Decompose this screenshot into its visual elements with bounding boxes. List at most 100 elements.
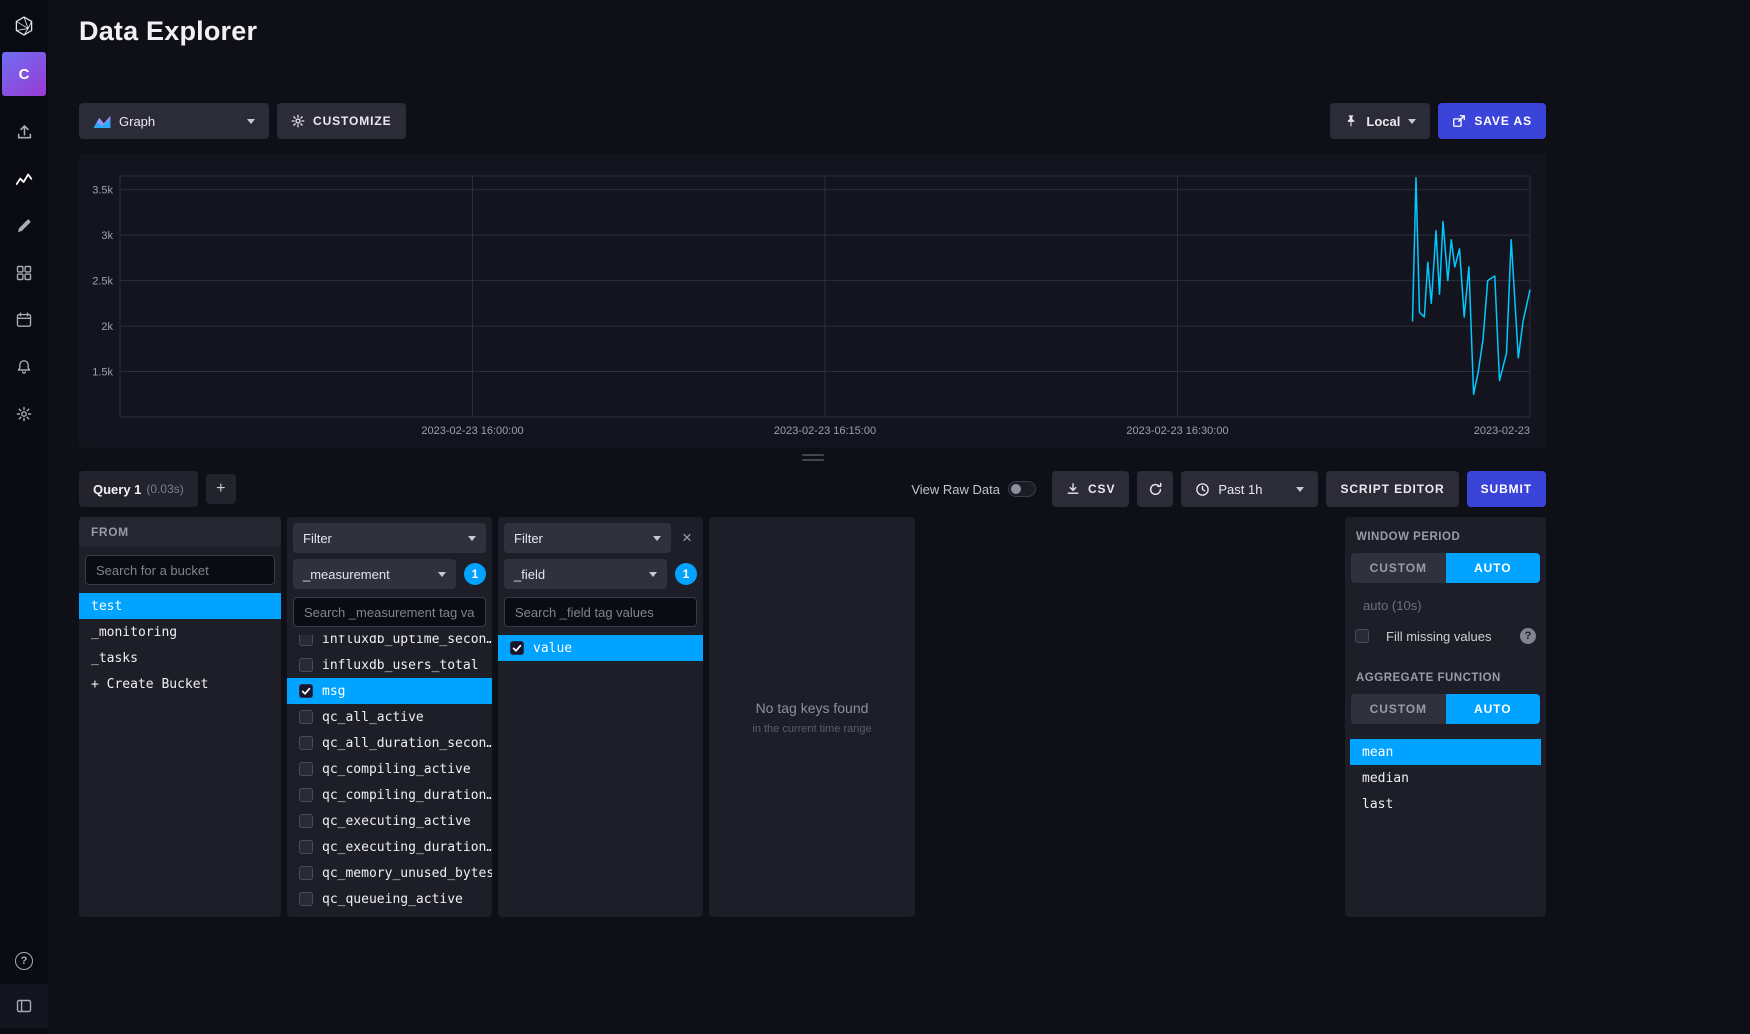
measurement-search-input[interactable]	[293, 597, 486, 627]
window-auto-button[interactable]: AUTO	[1446, 553, 1541, 583]
empty-state-subtitle: in the current time range	[752, 723, 871, 735]
visualization-type-label: Graph	[119, 114, 155, 129]
question-glyph: ?	[15, 952, 33, 970]
measurement-item[interactable]: qc_all_active	[287, 704, 492, 730]
checkbox[interactable]	[299, 736, 313, 750]
refresh-icon	[1148, 482, 1163, 497]
selected-count-badge: 1	[464, 563, 486, 585]
local-dropdown[interactable]: Local	[1330, 103, 1430, 139]
measurement-item[interactable]: influxdb_uptime_secon…	[287, 635, 492, 652]
checkbox[interactable]	[299, 814, 313, 828]
influxdb-logo-icon[interactable]	[0, 0, 48, 52]
save-as-button[interactable]: SAVE AS	[1438, 103, 1546, 139]
function-label: median	[1362, 771, 1409, 786]
alerts-bell-icon[interactable]	[0, 343, 48, 390]
from-panel-title: FROM	[79, 517, 281, 547]
remove-filter-icon[interactable]: ×	[677, 528, 697, 548]
csv-label: CSV	[1088, 482, 1115, 496]
measurement-item[interactable]: qc_compiling_duration…	[287, 782, 492, 808]
visualization-toolbar: Graph CUSTOMIZE Local	[79, 103, 1546, 139]
dashboards-grid-icon[interactable]	[0, 249, 48, 296]
measurement-item[interactable]: qc_queueing_active	[287, 886, 492, 912]
measurement-item[interactable]: qc_compiling_active	[287, 756, 492, 782]
visualization-type-dropdown[interactable]: Graph	[79, 103, 269, 139]
measurement-item[interactable]: qc_executing_active	[287, 808, 492, 834]
field-search-input[interactable]	[504, 597, 697, 627]
aggregate-function-list: mean median last	[1345, 739, 1546, 817]
view-raw-data-toggle[interactable]	[1008, 481, 1036, 497]
bucket-item[interactable]: test	[79, 593, 281, 619]
tasks-calendar-icon[interactable]	[0, 296, 48, 343]
time-range-dropdown[interactable]: Past 1h	[1181, 471, 1318, 507]
filter-type-dropdown[interactable]: Filter	[504, 523, 671, 553]
checkbox-checked[interactable]	[299, 684, 313, 698]
submit-button[interactable]: SUBMIT	[1467, 471, 1546, 507]
measurement-item[interactable]: qc_memory_unused_bytes	[287, 860, 492, 886]
measurement-label: msg	[322, 684, 345, 699]
tag-key-dropdown[interactable]: _measurement	[293, 559, 456, 589]
function-label: mean	[1362, 745, 1393, 760]
window-custom-button[interactable]: CUSTOM	[1351, 553, 1446, 583]
checkbox[interactable]	[299, 635, 313, 646]
fill-missing-checkbox[interactable]	[1355, 629, 1369, 643]
empty-filter-panel: No tag keys found in the current time ra…	[709, 517, 915, 917]
csv-download-button[interactable]: CSV	[1052, 471, 1129, 507]
bucket-search-input[interactable]	[85, 555, 275, 585]
bucket-item[interactable]: _monitoring	[79, 619, 281, 645]
checkbox[interactable]	[299, 840, 313, 854]
line-chart[interactable]: 1.5k2k2.5k3k3.5k2023-02-23 16:00:002023-…	[79, 154, 1546, 448]
avatar-letter: C	[19, 66, 30, 83]
function-item[interactable]: median	[1350, 765, 1541, 791]
tag-key-dropdown[interactable]: _field	[504, 559, 667, 589]
query-bar: Query 1 (0.03s) + View Raw Data CSV	[79, 471, 1546, 507]
filter-type-dropdown[interactable]: Filter	[293, 523, 486, 553]
checkbox[interactable]	[299, 762, 313, 776]
checkbox[interactable]	[299, 892, 313, 906]
aggregate-auto-button[interactable]: AUTO	[1446, 694, 1541, 724]
function-item[interactable]: mean	[1350, 739, 1541, 765]
svg-text:2023-02-23 16:00:00: 2023-02-23 16:00:00	[421, 425, 523, 437]
measurement-label: qc_executing_duration…	[322, 840, 492, 855]
checkbox[interactable]	[299, 866, 313, 880]
nav-sidebar: C	[0, 0, 48, 1034]
measurement-item[interactable]: msg	[287, 678, 492, 704]
help-question-icon[interactable]: ?	[0, 937, 48, 984]
measurement-label: qc_all_active	[322, 710, 424, 725]
chevron-down-icon	[649, 572, 657, 577]
svg-text:2023-02-23 16:30:00: 2023-02-23 16:30:00	[1126, 425, 1228, 437]
fill-missing-label: Fill missing values	[1386, 629, 1491, 644]
checkbox[interactable]	[299, 788, 313, 802]
measurement-label: influxdb_uptime_secon…	[322, 635, 492, 647]
resize-handle[interactable]	[79, 454, 1546, 461]
script-editor-button[interactable]: SCRIPT EDITOR	[1326, 471, 1458, 507]
from-panel: FROM test _monitoring _tasks + Create Bu…	[79, 517, 281, 917]
user-avatar[interactable]: C	[2, 52, 46, 96]
measurement-item[interactable]: qc_all_duration_secon…	[287, 730, 492, 756]
checkbox[interactable]	[299, 658, 313, 672]
notebooks-pencil-icon[interactable]	[0, 202, 48, 249]
load-data-upload-icon[interactable]	[0, 108, 48, 155]
field-item[interactable]: value	[498, 635, 703, 661]
function-item[interactable]: last	[1350, 791, 1541, 817]
query-tab[interactable]: Query 1 (0.03s)	[79, 471, 198, 507]
data-explorer-graph-icon[interactable]	[0, 155, 48, 202]
bucket-list: test _monitoring _tasks + Create Bucket	[79, 593, 281, 917]
measurement-item[interactable]: qc_executing_duration…	[287, 834, 492, 860]
svg-text:3k: 3k	[101, 230, 113, 242]
aggregate-function-label: AGGREGATE FUNCTION	[1356, 672, 1535, 684]
customize-button[interactable]: CUSTOMIZE	[277, 103, 406, 139]
bucket-item[interactable]: _tasks	[79, 645, 281, 671]
aggregate-custom-button[interactable]: CUSTOM	[1351, 694, 1446, 724]
help-icon[interactable]: ?	[1520, 628, 1536, 644]
checkbox[interactable]	[299, 710, 313, 724]
settings-gear-icon[interactable]	[0, 390, 48, 437]
collapse-sidebar-icon[interactable]	[0, 984, 48, 1028]
measurement-label: influxdb_users_total	[322, 658, 479, 673]
refresh-button[interactable]	[1137, 471, 1173, 507]
add-query-button[interactable]: +	[206, 474, 236, 504]
checkbox-checked[interactable]	[510, 641, 524, 655]
svg-text:2023-02-23 16:15:00: 2023-02-23 16:15:00	[774, 425, 876, 437]
create-bucket-item[interactable]: + Create Bucket	[79, 671, 281, 697]
measurement-item[interactable]: influxdb_users_total	[287, 652, 492, 678]
aggregate-mode-toggle: CUSTOM AUTO	[1351, 694, 1540, 724]
